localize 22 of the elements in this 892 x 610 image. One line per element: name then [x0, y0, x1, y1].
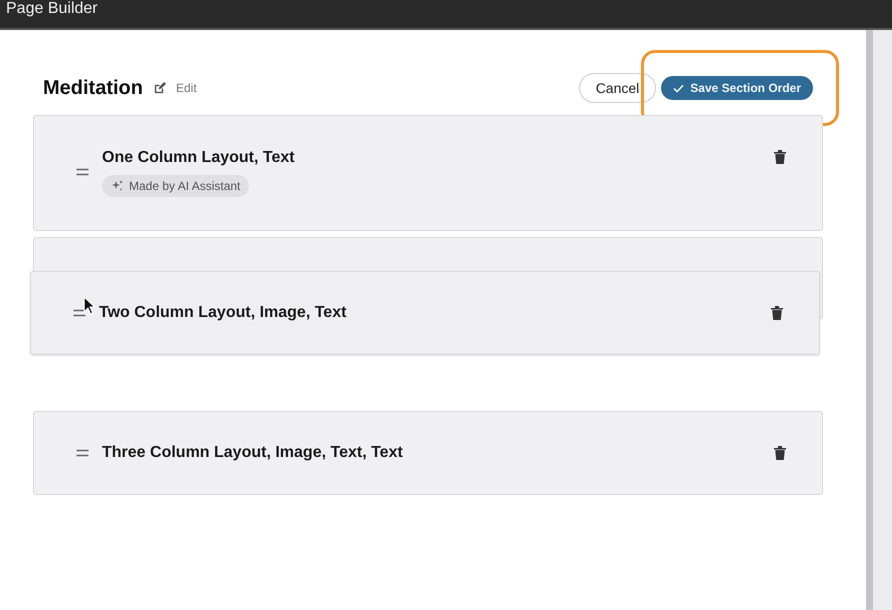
trash-icon[interactable]: [771, 306, 783, 320]
drag-handle-icon[interactable]: [76, 168, 89, 176]
drag-handle-icon[interactable]: [76, 449, 89, 457]
dragged-section-card[interactable]: Two Column Layout, Image, Text: [30, 271, 820, 355]
section-title: One Column Layout, Text: [102, 149, 296, 167]
edit-icon[interactable]: [153, 82, 166, 94]
trash-icon[interactable]: [774, 446, 786, 460]
section-card[interactable]: Three Column Layout, Image, Text, Text: [33, 411, 823, 495]
trash-icon[interactable]: [774, 150, 786, 164]
edit-link[interactable]: Edit: [176, 81, 197, 95]
cancel-button[interactable]: Cancel: [578, 73, 656, 103]
save-section-order-button[interactable]: Save Section Order: [661, 76, 813, 100]
mouse-cursor-icon: [83, 296, 96, 315]
check-icon: [673, 84, 684, 92]
section-title: Three Column Layout, Image, Text, Text: [102, 444, 404, 462]
drag-handle-icon[interactable]: [73, 309, 86, 317]
window-title: Page Builder: [5, 0, 98, 18]
sparkle-icon: [111, 180, 123, 192]
section-card[interactable]: One Column Layout, Text Made by AI Assistant: [33, 115, 823, 231]
badge-label: Made by AI Assistant: [129, 179, 240, 193]
page-title: Meditation: [43, 76, 143, 100]
section-title: Two Column Layout, Image, Text: [99, 304, 348, 322]
